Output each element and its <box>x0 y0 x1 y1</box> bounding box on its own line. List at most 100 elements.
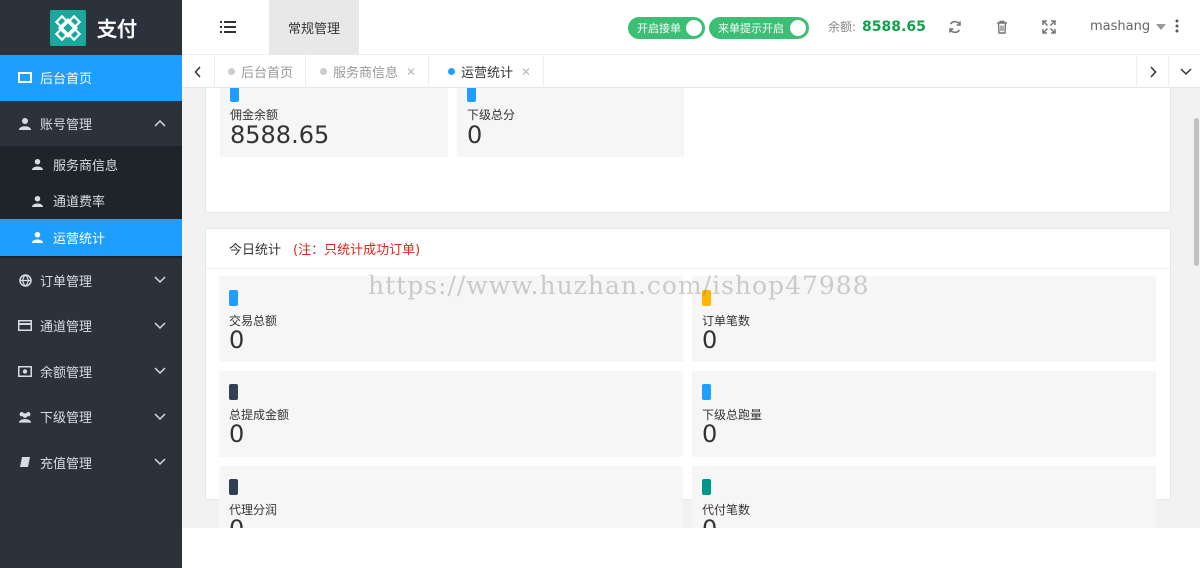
stat-subordinate-total: 下级总分 0 <box>457 88 684 157</box>
sidebar-item-provider-info[interactable]: 服务商信息 <box>0 146 182 183</box>
accept-orders-toggle[interactable]: 开启接单 <box>628 17 705 39</box>
sidebar-item-label: 服务商信息 <box>53 158 119 174</box>
sidebar-item-recharge[interactable]: 充值管理 <box>0 440 182 486</box>
stat-color-bar <box>229 290 238 306</box>
toggle-label: 来单提示开启 <box>718 22 784 35</box>
stat-value: 0 <box>702 515 717 528</box>
chevron-down-icon <box>154 276 166 284</box>
chevron-down-icon <box>154 458 166 466</box>
chevron-down-icon <box>1179 67 1192 75</box>
sidebar-item-account[interactable]: 账号管理 <box>0 101 182 147</box>
toggle-label: 开启接单 <box>637 22 681 35</box>
tab-label: 后台首页 <box>241 66 294 81</box>
stat-color-bar <box>467 88 476 102</box>
sidebar-item-label: 订单管理 <box>40 274 93 290</box>
top-tab-general[interactable]: 常规管理 <box>269 0 359 55</box>
tabs-scroll-left-button[interactable] <box>182 55 215 88</box>
card-title: 今日统计 <box>229 243 282 258</box>
money-icon <box>18 364 32 378</box>
stat-color-bar <box>702 384 711 400</box>
stat-subordinate-volume: 下级总跑量 0 <box>692 371 1156 457</box>
users-icon <box>18 410 32 424</box>
tab-home[interactable]: 后台首页 <box>216 55 307 88</box>
tab-label: 运营统计 <box>461 66 514 81</box>
logo-icon <box>50 9 86 46</box>
tab-dot <box>448 68 455 75</box>
tab-provider-info[interactable]: 服务商信息 ✕ <box>308 55 430 88</box>
user-icon <box>32 195 44 207</box>
stat-color-bar <box>702 479 711 495</box>
sidebar-item-channel-rate[interactable]: 通道费率 <box>0 183 182 220</box>
sidebar-item-operation-stats[interactable]: 运营统计 <box>0 219 182 256</box>
sidebar-item-label: 通道费率 <box>53 195 106 211</box>
stat-commission-balance: 佣金余额 8588.65 <box>220 88 448 157</box>
balance-display: 余额: 8588.65 <box>828 18 926 35</box>
toggle-knob <box>686 20 702 36</box>
sidebar-item-home[interactable]: 后台首页 <box>0 55 182 101</box>
stat-agent-profit: 代理分润 0 <box>219 466 683 528</box>
refresh-icon[interactable] <box>948 20 962 34</box>
content-footer-blank <box>182 528 1200 568</box>
close-icon[interactable]: ✕ <box>406 65 416 79</box>
menu-toggle-icon[interactable] <box>218 19 238 35</box>
tabs-scroll-right-button[interactable] <box>1136 55 1169 88</box>
stat-value: 8588.65 <box>230 121 330 149</box>
book-icon <box>18 455 32 469</box>
chevron-right-icon <box>1149 65 1157 78</box>
sidebar-item-balance[interactable]: 余额管理 <box>0 349 182 395</box>
stat-total-commission: 总提成金额 0 <box>219 371 683 457</box>
user-icon <box>32 231 44 244</box>
sidebar-item-channels[interactable]: 通道管理 <box>0 303 182 349</box>
sidebar-item-label: 充值管理 <box>40 456 93 472</box>
chevron-up-icon <box>154 120 166 127</box>
watermark-text: https://www.huzhan.com/ishop47988 <box>368 271 870 300</box>
tab-dot <box>320 68 327 75</box>
card-header: 今日统计 (注：只统计成功订单) <box>206 229 1170 269</box>
stat-value: 0 <box>702 420 718 448</box>
more-vertical-icon[interactable] <box>1175 19 1179 33</box>
summary-card: 佣金余额 8588.65 下级总分 0 <box>205 88 1171 213</box>
trash-icon[interactable] <box>995 20 1009 34</box>
monitor-icon <box>18 71 32 85</box>
tab-label: 服务商信息 <box>333 66 399 81</box>
top-header: 常规管理 开启接单 来单提示开启 余额: 8588.65 mashang <box>182 0 1200 55</box>
tab-operation-stats[interactable]: 运营统计 ✕ <box>436 55 545 88</box>
toggle-knob <box>790 20 806 36</box>
chevron-down-icon <box>154 367 166 375</box>
user-icon <box>32 158 44 171</box>
stat-color-bar <box>230 88 239 102</box>
chevron-down-icon <box>154 413 166 420</box>
stat-payout-count: 代付笔数 0 <box>692 466 1156 528</box>
balance-value: 8588.65 <box>862 19 926 35</box>
stat-value: 0 <box>229 515 244 528</box>
submenu-account: 服务商信息 通道费率 运营统计 <box>0 146 182 258</box>
sidebar-item-label: 运营统计 <box>53 231 106 247</box>
caret-down-icon <box>1156 23 1167 30</box>
sidebar-item-orders[interactable]: 订单管理 <box>0 258 182 304</box>
username: mashang <box>1090 19 1151 34</box>
tab-dot <box>228 68 235 75</box>
card-icon <box>18 319 32 333</box>
tabs-menu-button[interactable] <box>1169 55 1200 88</box>
order-alert-toggle[interactable]: 来单提示开启 <box>709 17 809 39</box>
close-icon[interactable]: ✕ <box>521 65 531 79</box>
sidebar-item-label: 下级管理 <box>40 411 93 427</box>
globe-icon <box>18 273 32 287</box>
stat-color-bar <box>229 479 238 495</box>
sidebar-item-label: 余额管理 <box>40 365 93 381</box>
user-menu[interactable]: mashang <box>1090 19 1167 34</box>
sidebar-item-subordinates[interactable]: 下级管理 <box>0 394 182 440</box>
fullscreen-icon[interactable] <box>1042 20 1056 34</box>
stat-value: 0 <box>229 326 245 354</box>
balance-label: 余额: <box>828 20 857 34</box>
stat-value: 0 <box>229 420 245 448</box>
sidebar-item-label: 后台首页 <box>40 72 93 88</box>
content-scrollbar[interactable] <box>1194 118 1199 266</box>
logo-text: 支付 <box>97 17 137 41</box>
today-stats-card: 今日统计 (注：只统计成功订单) <box>205 228 1171 500</box>
stat-value: 0 <box>702 326 718 354</box>
sidebar: 支付 后台首页 账号管理 服务商信息 通道费率 运营统计 订单管理 通道管理 余… <box>0 0 182 568</box>
sidebar-item-label: 通道管理 <box>40 320 93 336</box>
stat-value: 0 <box>467 121 483 149</box>
chevron-left-icon <box>194 65 201 78</box>
